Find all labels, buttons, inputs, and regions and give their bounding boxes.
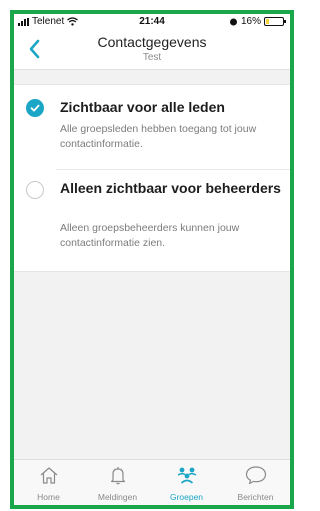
page-title: Contactgegevens xyxy=(97,34,207,50)
visibility-options: Zichtbaar voor alle leden Alle groepsled… xyxy=(14,84,290,272)
nav-header: Contactgegevens Test xyxy=(14,30,290,70)
tab-label: Groepen xyxy=(169,492,204,502)
battery-level xyxy=(266,19,269,24)
alarm-icon xyxy=(229,18,237,26)
radio-unchecked-icon[interactable] xyxy=(26,181,44,199)
option-admins-only[interactable]: Alleen zichtbaar voor beheerders Alleen … xyxy=(14,169,290,273)
tab-berichten[interactable]: Berichten xyxy=(221,460,290,505)
tab-label: Meldingen xyxy=(97,492,138,502)
groups-icon xyxy=(177,467,196,484)
battery-percent: 16% xyxy=(240,16,261,27)
bell-icon xyxy=(110,467,125,485)
radio-checked-icon[interactable] xyxy=(26,99,44,117)
tab-bar: Home Meldingen Groepen Berichten xyxy=(14,459,290,505)
option-all-members[interactable]: Zichtbaar voor alle leden Alle groepsled… xyxy=(14,85,290,169)
battery-icon xyxy=(264,17,286,26)
app-frame: Telenet 21:44 16% Contactgegevens Test Z… xyxy=(10,10,294,509)
status-right: 16% xyxy=(229,16,286,27)
home-icon xyxy=(40,467,57,484)
tab-label: Home xyxy=(37,492,60,502)
chat-bubble-icon xyxy=(245,466,266,485)
option-description: Alleen groepsbeheerders kunnen jouw cont… xyxy=(60,222,240,249)
option-description: Alle groepsleden hebben toegang tot jouw… xyxy=(60,123,257,150)
tab-home[interactable]: Home xyxy=(14,460,83,505)
option-title: Alleen zichtbaar voor beheerders xyxy=(60,180,281,196)
status-bar: Telenet 21:44 16% xyxy=(14,14,290,30)
tab-meldingen[interactable]: Meldingen xyxy=(83,460,152,505)
page-subtitle: Test xyxy=(142,52,162,63)
tab-groepen[interactable]: Groepen xyxy=(152,460,221,505)
option-title: Zichtbaar voor alle leden xyxy=(60,99,225,115)
tab-label: Berichten xyxy=(237,492,274,502)
